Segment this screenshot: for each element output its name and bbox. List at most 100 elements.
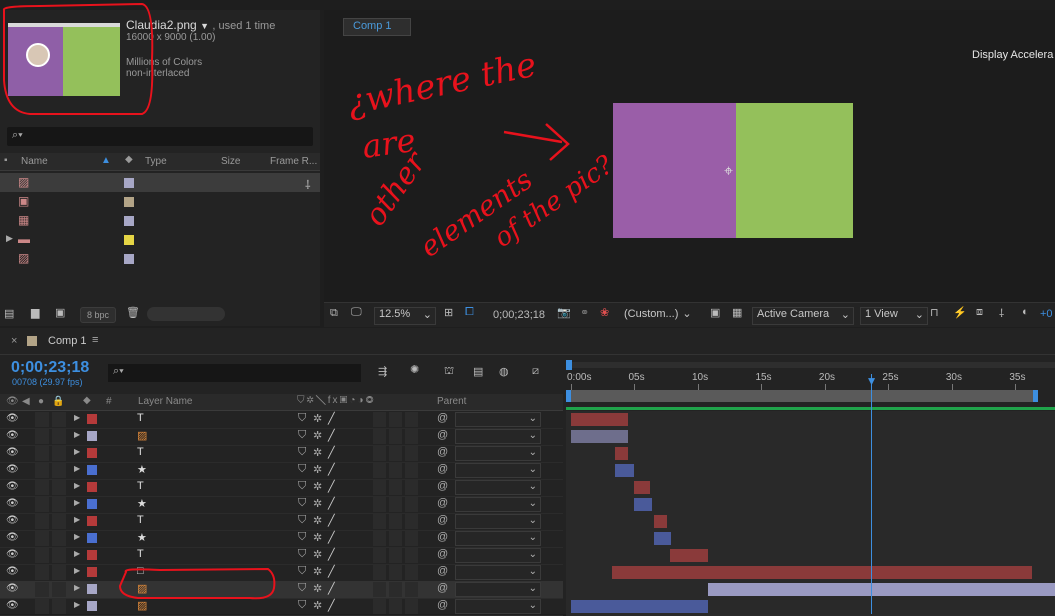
playhead-handle[interactable]: ▼ xyxy=(866,374,878,388)
close-icon[interactable]: × xyxy=(11,335,17,347)
effect-switch-cell[interactable] xyxy=(373,480,386,495)
shy-switch-icon[interactable]: ⛉ xyxy=(298,480,306,493)
solo-cell[interactable] xyxy=(35,582,49,597)
solo-cell[interactable] xyxy=(35,480,49,495)
motion-blur-switch-cell[interactable] xyxy=(405,565,418,580)
eye-icon[interactable]: 👁 xyxy=(6,515,19,526)
dropdown-arrow-icon[interactable]: ▼ xyxy=(200,21,209,31)
layer-row-2[interactable]: 👁 ▶ T ⛉ ✲ ╱ @ ⌄ xyxy=(0,411,563,429)
shy-switch-icon[interactable]: ⛉ xyxy=(298,531,306,544)
parent-dropdown[interactable]: ⌄ xyxy=(455,429,541,444)
expand-arrow-icon[interactable]: ▶ xyxy=(74,447,80,456)
collapse-switch-icon[interactable]: ✲ xyxy=(313,548,322,561)
flowchart-icon[interactable]: ⸸ xyxy=(305,176,311,193)
color-channels-icon[interactable]: ❀ xyxy=(600,306,609,319)
layer-label-swatch[interactable] xyxy=(87,584,97,594)
solo-cell[interactable] xyxy=(35,514,49,529)
work-area-start[interactable] xyxy=(566,390,571,402)
expand-arrow-icon[interactable]: ▶ xyxy=(6,233,13,244)
pick-whip-icon[interactable]: @ xyxy=(437,429,448,441)
layer-name-header[interactable]: Layer Name xyxy=(138,396,192,407)
layer-label-swatch[interactable] xyxy=(87,567,97,577)
layer-row-6[interactable]: 👁 ▶ T ⛉ ✲ ╱ @ ⌄ xyxy=(0,479,563,497)
time-ruler[interactable]: 0:00s 05s 10s 15s 20s 25s 30s 35s xyxy=(566,358,1055,404)
pick-whip-icon[interactable]: @ xyxy=(437,514,448,526)
audio-toggle-icon[interactable]: ◀ xyxy=(22,396,30,407)
collapse-switch-icon[interactable]: ✲ xyxy=(313,582,322,595)
collapse-switch-icon[interactable]: ✲ xyxy=(313,446,322,459)
toggle-pixel-aspect-icon[interactable]: ⊓ xyxy=(930,306,939,319)
collapse-switch-icon[interactable]: ✲ xyxy=(313,531,322,544)
effect-switch-cell[interactable] xyxy=(373,497,386,512)
expand-arrow-icon[interactable]: ▶ xyxy=(74,464,80,473)
project-search-input[interactable]: ⌕▾ xyxy=(7,127,313,146)
lock-cell[interactable] xyxy=(52,480,66,495)
video-toggle-icon[interactable]: 👁 xyxy=(6,396,19,407)
view-layout-dropdown[interactable]: 1 View ⌄ xyxy=(860,307,928,325)
anchor-point-icon[interactable]: ⌖ xyxy=(724,163,733,181)
motion-blur-switch-cell[interactable] xyxy=(405,599,418,614)
quality-switch-icon[interactable]: ╱ xyxy=(328,531,335,544)
layer-label-swatch[interactable] xyxy=(87,465,97,475)
parent-dropdown[interactable]: ⌄ xyxy=(455,446,541,461)
collapse-switch-icon[interactable]: ✲ xyxy=(313,565,322,578)
frame-blend-switch-cell[interactable] xyxy=(389,599,402,614)
layer-duration-bar[interactable] xyxy=(670,549,709,562)
bit-depth-button[interactable]: 8 bpc xyxy=(80,307,116,323)
frame-blend-switch-cell[interactable] xyxy=(389,548,402,563)
lock-cell[interactable] xyxy=(52,497,66,512)
camera-dropdown[interactable]: Active Camera ⌄ xyxy=(752,307,854,325)
layer-label-swatch[interactable] xyxy=(87,516,97,526)
monitor-icon[interactable]: 🖵 xyxy=(351,306,362,319)
motion-blur-switch-cell[interactable] xyxy=(405,429,418,444)
pick-whip-icon[interactable]: @ xyxy=(437,582,448,594)
frame-blend-switch-cell[interactable] xyxy=(389,582,402,597)
layer-row-12[interactable]: 👁 ▶ ▨ ⛉ ✲ ╱ @ ⌄ xyxy=(0,581,563,599)
layer-duration-bar[interactable] xyxy=(571,600,709,613)
label-swatch[interactable] xyxy=(124,178,134,188)
pick-whip-icon[interactable]: @ xyxy=(437,548,448,560)
lock-cell[interactable] xyxy=(52,565,66,580)
frame-blend-switch-cell[interactable] xyxy=(389,480,402,495)
pick-whip-icon[interactable]: @ xyxy=(437,412,448,424)
eye-icon[interactable]: 👁 xyxy=(6,583,19,594)
motion-blur-switch-cell[interactable] xyxy=(405,548,418,563)
parent-header[interactable]: Parent xyxy=(437,396,466,407)
viewer-timecode[interactable]: 0;00;23;18 xyxy=(493,309,545,321)
project-item-4[interactable]: ▨ xyxy=(0,249,320,268)
layer-row-3[interactable]: 👁 ▶ ▨ ⛉ ✲ ╱ @ ⌄ xyxy=(0,428,563,446)
effect-switch-cell[interactable] xyxy=(373,599,386,614)
effect-switch-cell[interactable] xyxy=(373,582,386,597)
motion-blur-switch-cell[interactable] xyxy=(405,531,418,546)
solo-cell[interactable] xyxy=(35,531,49,546)
layer-row-5[interactable]: 👁 ▶ ★ ⛉ ✲ ╱ @ ⌄ xyxy=(0,462,563,480)
quality-switch-icon[interactable]: ╱ xyxy=(328,429,335,442)
effect-switch-cell[interactable] xyxy=(373,463,386,478)
motion-blur-switch-cell[interactable] xyxy=(405,497,418,512)
eye-icon[interactable]: 👁 xyxy=(6,566,19,577)
project-item-0[interactable]: ▨ xyxy=(0,173,320,192)
collapse-switch-icon[interactable]: ✲ xyxy=(313,514,322,527)
mask-visibility-icon[interactable]: ⧠ xyxy=(465,306,474,319)
eye-icon[interactable]: 👁 xyxy=(6,600,19,611)
project-item-1[interactable]: ▣ xyxy=(0,192,320,211)
exposure-value[interactable]: +0 xyxy=(1040,308,1053,320)
layer-label-swatch[interactable] xyxy=(87,482,97,492)
layer-duration-bar[interactable] xyxy=(571,430,629,443)
work-area-bar[interactable] xyxy=(566,390,1036,402)
parent-dropdown[interactable]: ⌄ xyxy=(455,497,541,512)
pick-whip-icon[interactable]: @ xyxy=(437,446,448,458)
tab-comp-1-timeline[interactable]: Comp 1 xyxy=(48,335,87,347)
snapshot-region-icon[interactable]: ⧉ xyxy=(330,307,338,320)
expand-arrow-icon[interactable]: ▶ xyxy=(74,515,80,524)
label-swatch[interactable] xyxy=(124,216,134,226)
flowchart-view-icon[interactable]: ⸸ xyxy=(999,306,1004,321)
label-swatch[interactable] xyxy=(124,235,134,245)
playhead-line[interactable] xyxy=(870,374,872,614)
resolution-dropdown[interactable]: (Custom...) ⌄ xyxy=(624,307,704,323)
parent-dropdown[interactable]: ⌄ xyxy=(455,480,541,495)
camera-snapshot-icon[interactable]: 📷 xyxy=(557,306,571,319)
shy-switch-icon[interactable]: ⛉ xyxy=(298,582,306,595)
effect-switch-cell[interactable] xyxy=(373,429,386,444)
label-tag-icon[interactable]: ◆ xyxy=(83,395,91,406)
